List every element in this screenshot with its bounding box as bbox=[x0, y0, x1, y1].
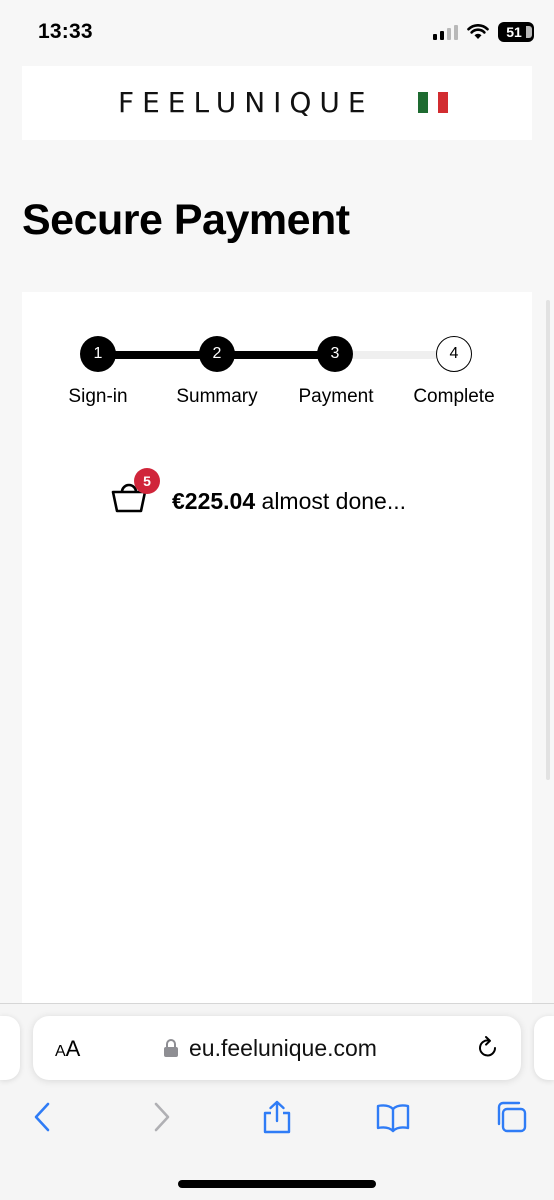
previous-tab-preview[interactable] bbox=[0, 1016, 20, 1080]
browser-nav bbox=[0, 1096, 554, 1140]
share-icon[interactable] bbox=[260, 1100, 294, 1134]
status-icons: 51 bbox=[433, 22, 534, 42]
scroll-indicator[interactable] bbox=[546, 300, 550, 780]
aa-small-letter: A bbox=[55, 1043, 66, 1060]
page-title: Secure Payment bbox=[22, 196, 350, 244]
url-text[interactable]: eu.feelunique.com bbox=[189, 1035, 377, 1062]
reload-icon[interactable] bbox=[475, 1035, 501, 1061]
site-logo[interactable]: FEELUNIQUE bbox=[118, 86, 374, 119]
site-header: FEELUNIQUE bbox=[22, 66, 532, 140]
bookmarks-icon[interactable] bbox=[376, 1100, 410, 1134]
step-3-circle: 3 bbox=[317, 336, 353, 372]
step-2-label: Summary bbox=[176, 386, 258, 407]
basket-message: almost done... bbox=[261, 488, 406, 514]
forward-icon[interactable] bbox=[144, 1100, 178, 1134]
step-1-circle: 1 bbox=[80, 336, 116, 372]
wifi-icon bbox=[467, 24, 489, 39]
lock-icon bbox=[164, 1039, 178, 1057]
step-2-circle: 2 bbox=[199, 336, 235, 372]
basket-total: €225.04 bbox=[172, 488, 256, 514]
status-bar: 13:33 51 bbox=[0, 0, 554, 64]
checkout-card: 1 2 3 4 Sign-in Summary Payment Complete… bbox=[22, 292, 532, 1012]
italy-flag-icon[interactable] bbox=[418, 92, 448, 113]
cellular-signal-icon bbox=[433, 24, 458, 40]
step-3-label: Payment bbox=[298, 386, 374, 407]
basket-status-text: €225.04 almost done... bbox=[172, 488, 406, 515]
checkout-progress: 1 2 3 4 Sign-in Summary Payment Complete bbox=[22, 292, 532, 432]
step-1-label: Sign-in bbox=[68, 386, 128, 407]
home-indicator[interactable] bbox=[178, 1180, 376, 1188]
next-tab-preview[interactable] bbox=[534, 1016, 554, 1080]
back-icon[interactable] bbox=[26, 1100, 60, 1134]
aa-large-letter: A bbox=[65, 1036, 81, 1061]
status-time: 13:33 bbox=[38, 20, 93, 43]
reader-text-size-button[interactable]: AA bbox=[55, 1036, 80, 1062]
address-bar[interactable]: AA eu.feelunique.com bbox=[33, 1016, 521, 1080]
tabs-icon[interactable] bbox=[494, 1100, 528, 1134]
battery-icon: 51 bbox=[498, 22, 534, 42]
battery-level: 51 bbox=[506, 24, 522, 40]
basket-count-badge: 5 bbox=[134, 468, 160, 494]
browser-toolbar: AA eu.feelunique.com bbox=[0, 1003, 554, 1200]
step-4-circle: 4 bbox=[436, 336, 472, 372]
basket-summary: 5 €225.04 almost done... bbox=[110, 468, 470, 518]
step-4-label: Complete bbox=[413, 386, 495, 407]
